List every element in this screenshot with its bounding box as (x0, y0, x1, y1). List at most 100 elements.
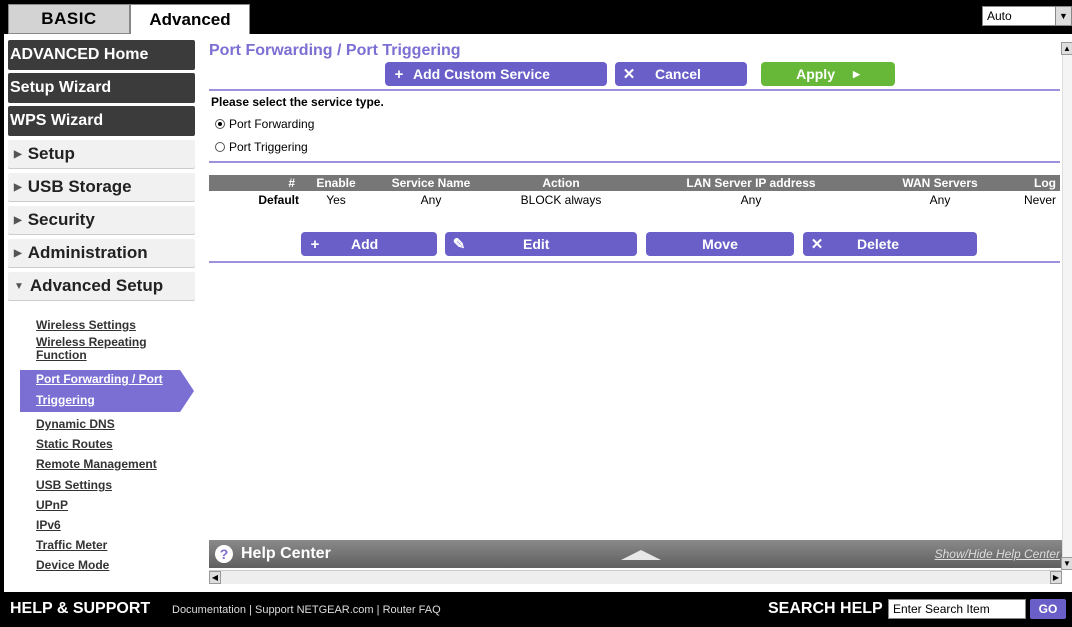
sidebar-item-setup[interactable]: ▶ Setup (8, 140, 195, 168)
col-header-log: Log (1005, 175, 1060, 191)
triangle-right-icon: ▶ (14, 181, 22, 193)
sidebar-item-usb-storage[interactable]: ▶ USB Storage (8, 173, 195, 201)
add-label: Add (351, 236, 379, 252)
sublink-traffic-meter[interactable]: Traffic Meter (36, 539, 107, 552)
scroll-right-icon[interactable]: ▶ (1050, 571, 1062, 584)
arrow-right-icon: ▶ (852, 68, 860, 79)
vertical-scrollbar[interactable]: ▲ ▼ (1061, 42, 1072, 570)
show-hide-help-link[interactable]: Show/Hide Help Center (935, 547, 1060, 561)
col-header-number: # (209, 175, 305, 191)
sidebar-item-security[interactable]: ▶ Security (8, 206, 195, 234)
sublink-wireless-settings[interactable]: Wireless Settings (36, 319, 136, 332)
sublink-ipv6[interactable]: IPv6 (36, 519, 61, 532)
radio-port-forwarding-label: Port Forwarding (229, 117, 315, 131)
cell-log: Never (1023, 192, 1056, 207)
help-support-title: HELP & SUPPORT (10, 600, 151, 617)
search-input[interactable] (888, 599, 1026, 619)
sidebar-item-label: USB Storage (27, 177, 132, 196)
scroll-up-icon[interactable]: ▲ (1061, 42, 1072, 55)
col-header-action: Action (495, 175, 627, 191)
cell-wan-servers: Any (929, 192, 951, 207)
language-select[interactable]: Auto ▼ (982, 6, 1072, 26)
plus-icon: + (310, 235, 320, 253)
radio-selected-icon (215, 119, 225, 129)
sublink-upnp[interactable]: UPnP (36, 499, 68, 512)
content-frame: ADVANCED Home Setup Wizard WPS Wizard ▶ … (4, 34, 1072, 592)
sublink-port-triggering[interactable]: Triggering (36, 394, 95, 407)
cell-number: Default (258, 192, 299, 207)
horizontal-scrollbar[interactable]: ◀ ▶ (209, 570, 1062, 584)
sublink-port-forwarding[interactable]: Port Forwarding / Port (36, 373, 163, 386)
sublink-dynamic-dns[interactable]: Dynamic DNS (36, 418, 115, 431)
support-link[interactable]: Support NETGEAR.com (255, 604, 374, 616)
sidebar-item-label: Setup (27, 144, 75, 163)
go-button[interactable]: GO (1030, 599, 1066, 619)
router-faq-link[interactable]: Router FAQ (383, 604, 441, 616)
sublink-remote-management[interactable]: Remote Management (36, 458, 157, 471)
pencil-icon: ✎ (452, 236, 466, 253)
close-icon: ✕ (810, 236, 824, 253)
sidebar-item-wps-wizard[interactable]: WPS Wizard (8, 106, 195, 136)
sidebar-item-label: Advanced Setup (29, 276, 164, 295)
sublink-usb-settings[interactable]: USB Settings (36, 479, 112, 492)
close-icon: ✕ (622, 66, 636, 83)
help-center-title: Help Center (241, 545, 331, 562)
col-header-lan-ip: LAN Server IP address (627, 175, 875, 191)
col-header-service-name: Service Name (367, 175, 495, 191)
table-header-row: # Enable Service Name Action LAN Server … (209, 175, 1060, 191)
chevron-down-icon: ▼ (1055, 7, 1071, 25)
sidebar-item-setup-wizard[interactable]: Setup Wizard (8, 73, 195, 103)
service-table: # Enable Service Name Action LAN Server … (209, 175, 1060, 208)
delete-label: Delete (857, 236, 900, 252)
sidebar-item-advanced-home[interactable]: ADVANCED Home (8, 40, 195, 70)
radio-port-forwarding[interactable]: Port Forwarding (215, 117, 314, 131)
expand-up-icon[interactable] (621, 550, 661, 560)
divider (209, 161, 1060, 163)
col-header-wan-servers: WAN Servers (875, 175, 1005, 191)
cell-service-name: Any (420, 192, 442, 207)
cell-lan-ip: Any (740, 192, 762, 207)
triangle-right-icon: ▶ (14, 214, 22, 226)
table-row[interactable]: Default Yes Any BLOCK always Any Any Nev… (209, 191, 1060, 208)
scroll-left-icon[interactable]: ◀ (209, 571, 221, 584)
move-label: Move (702, 236, 738, 252)
sublink-static-routes[interactable]: Static Routes (36, 438, 113, 451)
edit-button[interactable]: ✎ Edit (445, 232, 637, 256)
tab-basic[interactable]: BASIC (8, 4, 130, 34)
cell-enable: Yes (326, 192, 346, 207)
sidebar-item-administration[interactable]: ▶ Administration (8, 239, 195, 267)
documentation-link[interactable]: Documentation (172, 604, 246, 616)
help-center-bar: ? Help Center Show/Hide Help Center (209, 540, 1064, 568)
add-custom-service-label: Add Custom Service (413, 66, 550, 82)
add-custom-service-button[interactable]: + Add Custom Service (385, 62, 607, 86)
move-button[interactable]: Move (646, 232, 794, 256)
search-help-label: SEARCH HELP (768, 600, 883, 617)
delete-button[interactable]: ✕ Delete (803, 232, 977, 256)
radio-unselected-icon (215, 142, 225, 152)
sidebar-item-label: Administration (27, 243, 148, 262)
triangle-right-icon: ▶ (14, 247, 22, 259)
col-header-enable: Enable (305, 175, 367, 191)
main-panel: Port Forwarding / Port Triggering + Add … (209, 34, 1060, 536)
footer: HELP & SUPPORT Documentation | Support N… (0, 592, 1072, 627)
plus-icon: + (394, 65, 404, 83)
question-icon: ? (215, 545, 233, 563)
cancel-label: Cancel (655, 66, 701, 82)
sublink-device-mode[interactable]: Device Mode (36, 559, 109, 572)
tab-advanced[interactable]: Advanced (130, 4, 250, 34)
service-type-prompt: Please select the service type. (211, 95, 384, 109)
cancel-button[interactable]: ✕ Cancel (615, 62, 747, 86)
divider (209, 89, 1060, 91)
scroll-down-icon[interactable]: ▼ (1061, 557, 1072, 570)
triangle-down-icon: ▼ (14, 280, 24, 292)
radio-port-triggering[interactable]: Port Triggering (215, 140, 308, 154)
triangle-right-icon: ▶ (14, 148, 22, 160)
language-value: Auto (987, 9, 1012, 23)
edit-label: Edit (523, 236, 550, 252)
sidebar-item-advanced-setup[interactable]: ▼ Advanced Setup (8, 272, 195, 300)
sidebar: ADVANCED Home Setup Wizard WPS Wizard ▶ … (4, 34, 204, 592)
add-button[interactable]: + Add (301, 232, 437, 256)
apply-button[interactable]: Apply ▶ (761, 62, 895, 86)
footer-links: Documentation | Support NETGEAR.com | Ro… (172, 604, 441, 616)
sublink-wireless-repeating-function[interactable]: Function (36, 349, 87, 362)
